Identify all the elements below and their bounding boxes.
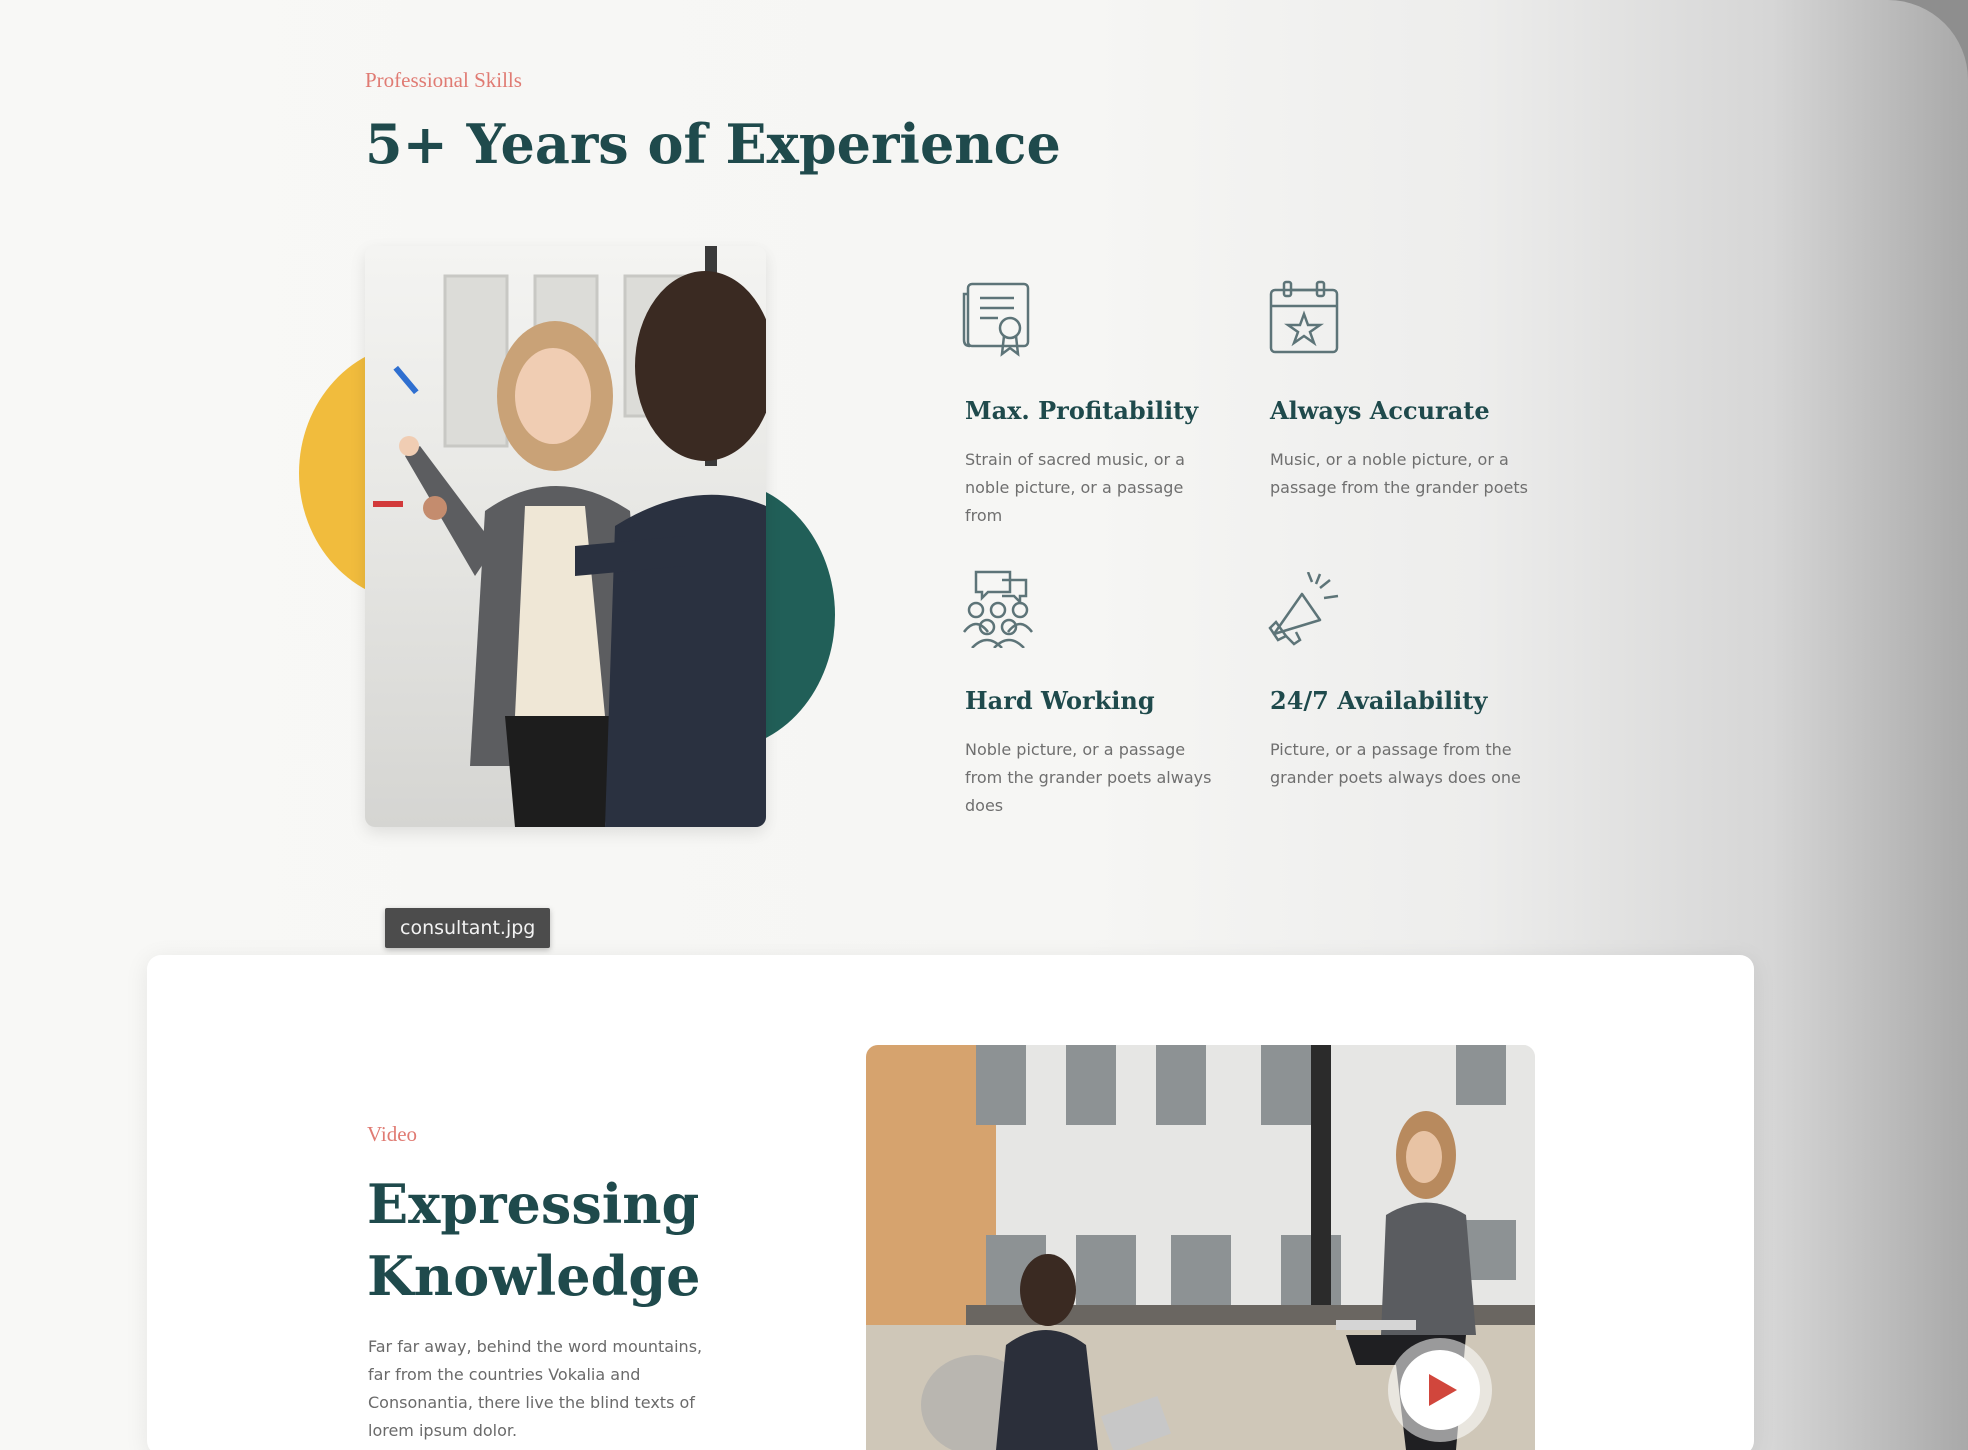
feature-title-hard-working: Hard Working <box>965 686 1155 715</box>
feature-desc-hard-working: Noble picture, or a passage from the gra… <box>965 740 1212 815</box>
feature-title-profitability: Max. Profitability <box>965 396 1199 425</box>
video-eyebrow: Video <box>367 1122 418 1146</box>
play-icon <box>1429 1374 1457 1406</box>
consultant-photo-illustration <box>373 246 766 827</box>
filename-tooltip: consultant.jpg <box>385 908 551 948</box>
skills-title: 5+ Years of Experience <box>365 112 1061 176</box>
consultant-photo[interactable] <box>365 246 766 827</box>
video-title-line1: Expressing <box>367 1172 700 1236</box>
video-title-line2: Knowledge <box>367 1244 701 1308</box>
certificate-icon <box>962 280 1034 358</box>
page-sheet: Professional Skills 5+ Years of Experien… <box>0 0 1968 1450</box>
feature-title-accurate: Always Accurate <box>1270 396 1490 425</box>
megaphone-icon <box>1268 571 1340 650</box>
feature-desc-availability: Picture, or a passage from the grander p… <box>1270 740 1521 787</box>
video-description: Far far away, behind the word mountains,… <box>368 1337 703 1440</box>
feature-title-availability: 24/7 Availability <box>1270 686 1488 715</box>
video-title: Expressing Knowledge <box>367 1168 700 1312</box>
feature-desc-accurate: Music, or a noble picture, or a passage … <box>1270 450 1528 497</box>
play-button-inner <box>1400 1350 1480 1430</box>
team-chat-icon <box>962 570 1034 649</box>
play-button[interactable] <box>1388 1338 1492 1442</box>
skills-eyebrow: Professional Skills <box>365 68 522 92</box>
calendar-star-icon <box>1268 280 1340 358</box>
feature-desc-profitability: Strain of sacred music, or a noble pictu… <box>965 450 1185 525</box>
